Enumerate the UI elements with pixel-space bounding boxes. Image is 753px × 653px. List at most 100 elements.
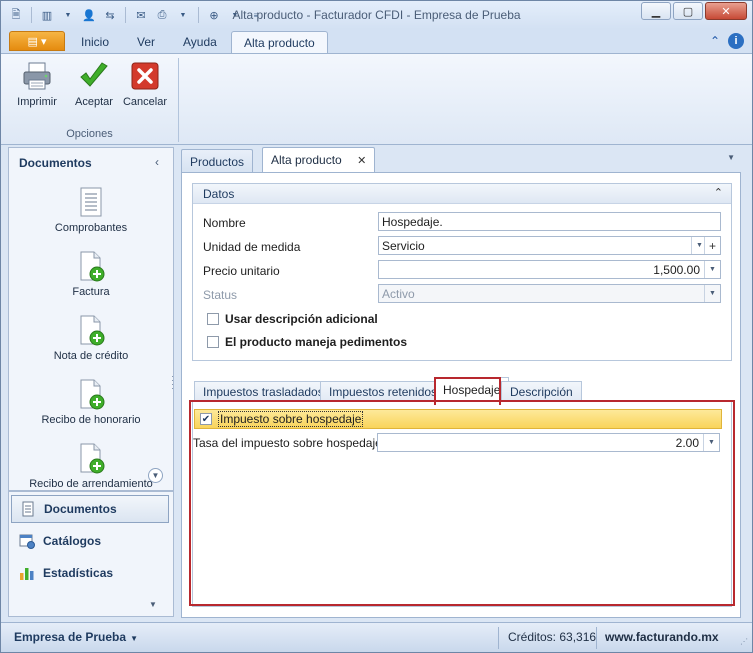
print-button[interactable]: Imprimir [11, 60, 63, 108]
bar-chart-icon [20, 568, 34, 580]
tasa-field[interactable]: 2.00 ▼ [377, 433, 720, 452]
doc-menu-icon[interactable]: ▼ [727, 153, 735, 162]
hospedaje-checkbox-row[interactable]: ✔ Impuesto sobre hospedaje [194, 409, 722, 429]
chevron-down-icon: ▼ [704, 285, 720, 302]
status-separator [498, 627, 499, 649]
nav-section-label: Estadísticas [43, 566, 114, 580]
chevron-up-icon[interactable]: ⌃ [714, 186, 723, 199]
precio-value: 1,500.00 [653, 262, 700, 277]
maximize-button[interactable]: ▢ [673, 2, 703, 20]
help-icon[interactable]: i [728, 33, 744, 49]
documents-icon [22, 501, 34, 517]
nav-section-separator[interactable] [9, 490, 173, 492]
nav-item-label: Recibo de arrendamiento [29, 478, 153, 490]
document-area: Productos Alta producto ✕ ▼ Datos ⌃ Nomb… [179, 147, 743, 619]
document-add-icon [80, 443, 105, 474]
nav-item-label: Factura [72, 286, 110, 298]
precio-field[interactable]: 1,500.00 ▼ [378, 260, 721, 279]
ribbon-group-separator [178, 58, 179, 142]
tab-ver[interactable]: Ver [137, 35, 155, 49]
tab-alta-producto[interactable]: Alta producto [231, 31, 328, 54]
app-window: 🗎 ▥ ▼ 👤 ⇆ ✉ ⎙ ▼ ⊕ ▼ ≡ Alta producto - Fa… [0, 0, 753, 653]
document-add-icon [80, 379, 105, 410]
catalog-icon [19, 534, 35, 549]
application-menu-button[interactable]: ▤ ▾ [9, 31, 65, 51]
tab-inicio[interactable]: Inicio [81, 35, 109, 49]
plus-icon[interactable]: + [704, 237, 720, 254]
unidad-field[interactable]: Servicio ▼ + [378, 236, 721, 255]
tab-impuestos-trasladados[interactable]: Impuestos trasladados [194, 381, 333, 402]
doc-tab-label: Alta producto [271, 153, 342, 167]
nav-item-recibo-honorario[interactable]: Recibo de honorario [9, 378, 173, 426]
title-bar: 🗎 ▥ ▼ 👤 ⇆ ✉ ⎙ ▼ ⊕ ▼ ≡ Alta producto - Fa… [1, 1, 752, 29]
nav-item-comprobantes[interactable]: Comprobantes [9, 186, 173, 234]
nav-item-recibo-arrendamiento[interactable]: Recibo de arrendamiento [9, 442, 173, 490]
datos-title: Datos [203, 187, 235, 201]
company-name: Empresa de Prueba [14, 630, 127, 644]
doc-tab-alta-producto[interactable]: Alta producto ✕ [262, 147, 376, 173]
website-link[interactable]: www.facturando.mx [605, 630, 719, 644]
chevron-down-icon[interactable]: ▼ [704, 261, 720, 278]
minimize-button[interactable]: ▁ [641, 2, 671, 20]
nav-item-label: Nota de crédito [53, 350, 129, 362]
descripcion-checkbox-row[interactable]: Usar descripción adicional [207, 312, 378, 326]
document-panel: Datos ⌃ Nombre Hospedaje. Unidad de medi… [181, 172, 741, 618]
nav-section-catalogos[interactable]: Catálogos [11, 527, 169, 555]
collapse-ribbon-icon[interactable]: ⌃ [710, 34, 720, 48]
print-label: Imprimir [17, 96, 57, 108]
scroll-down-icon[interactable]: ▼ [148, 468, 163, 483]
hospedaje-checkbox-label: Impuesto sobre hospedaje [218, 411, 364, 427]
pedimentos-checkbox-row[interactable]: El producto maneja pedimentos [207, 335, 407, 349]
window-title: Alta producto - Facturador CFDI - Empres… [232, 8, 521, 22]
datos-header[interactable]: Datos ⌃ [193, 184, 731, 204]
document-add-icon [80, 251, 105, 282]
pedimentos-checkbox[interactable] [207, 336, 219, 348]
chevron-down-icon[interactable]: ▼ [703, 434, 719, 451]
nav-section-documentos[interactable]: Documentos [11, 495, 169, 523]
descripcion-checkbox[interactable] [207, 313, 219, 325]
close-tab-icon[interactable]: ✕ [357, 155, 366, 167]
nav-section-estadisticas[interactable]: Estadísticas [11, 559, 169, 587]
doc-tab-label: Productos [190, 155, 245, 169]
doc-tab-productos[interactable]: Productos [181, 149, 254, 173]
window-controls: ▁ ▢ ✕ [641, 2, 747, 20]
printer-icon [23, 62, 51, 90]
tab-ayuda[interactable]: Ayuda [183, 35, 217, 49]
status-label: Status [203, 288, 238, 302]
status-bar: Empresa de Prueba ▼ Créditos: 63,316 www.… [1, 622, 752, 652]
accept-button[interactable]: Aceptar [68, 60, 120, 108]
nombre-label: Nombre [203, 216, 246, 230]
nav-item-label: Comprobantes [54, 222, 128, 234]
unidad-value: Servicio [382, 238, 425, 253]
tab-hospedaje[interactable]: Hospedaje [434, 377, 510, 402]
nombre-value: Hospedaje. [382, 214, 443, 229]
nav-more-icon[interactable]: ▼ [149, 600, 157, 609]
tab-impuestos-retenidos[interactable]: Impuestos retenidos [320, 381, 447, 402]
tasa-label: Tasa del impuesto sobre hospedaje [193, 436, 382, 450]
chevron-down-icon: ▼ [130, 634, 138, 643]
precio-label: Precio unitario [203, 264, 280, 278]
datos-group: Datos ⌃ Nombre Hospedaje. Unidad de medi… [192, 183, 732, 361]
close-button[interactable]: ✕ [705, 2, 747, 20]
ribbon-tab-strip: ▤ ▾ Inicio Ver Ayuda Alta producto ⌃ i [1, 29, 752, 54]
status-separator [596, 627, 597, 649]
nav-item-label: Recibo de honorario [41, 414, 141, 426]
splitter-grip-icon[interactable]: · · · · [171, 372, 174, 393]
resize-grip-icon[interactable]: ⋰ [740, 637, 748, 646]
nav-item-nota-de-credito[interactable]: Nota de crédito [9, 314, 173, 362]
hospedaje-checkbox[interactable]: ✔ [200, 413, 212, 425]
accept-label: Aceptar [75, 96, 113, 108]
document-list-icon [80, 187, 102, 217]
tab-descripcion[interactable]: Descripción [501, 381, 582, 402]
cancel-label: Cancelar [122, 96, 168, 108]
company-selector[interactable]: Empresa de Prueba ▼ [14, 630, 138, 644]
collapse-nav-icon[interactable]: ‹ [155, 155, 159, 169]
nav-item-factura[interactable]: Factura [9, 250, 173, 298]
nav-section-label: Catálogos [43, 534, 102, 548]
unidad-label: Unidad de medida [203, 240, 301, 254]
nav-header: Documentos [19, 156, 92, 170]
cancel-button[interactable]: Cancelar [119, 60, 171, 108]
nav-section-label: Documentos [44, 502, 117, 516]
cancel-x-icon [131, 62, 159, 90]
nombre-field[interactable]: Hospedaje. [378, 212, 721, 231]
